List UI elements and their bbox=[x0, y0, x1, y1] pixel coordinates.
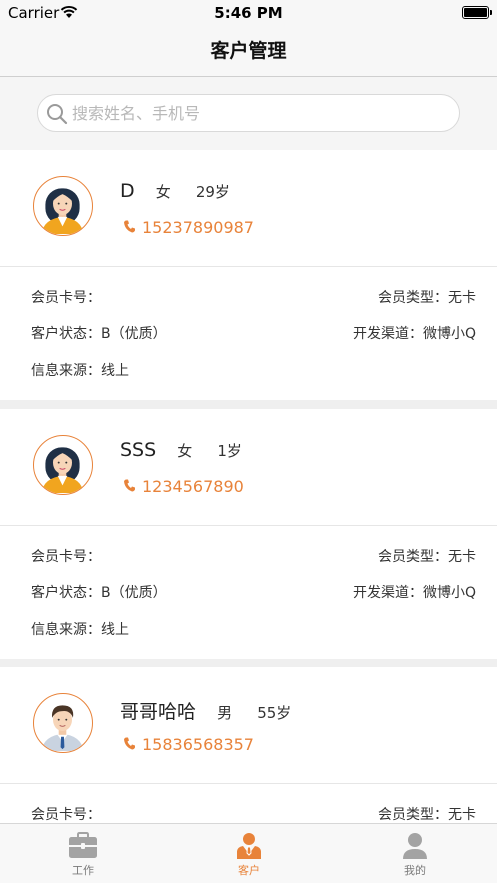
member-type-field: 会员类型：无卡 bbox=[378, 546, 476, 566]
phone-link[interactable]: 15836568357 bbox=[124, 734, 254, 754]
member-type-value: 无卡 bbox=[448, 807, 476, 823]
member-type-value: 无卡 bbox=[448, 549, 476, 565]
source-field: 信息来源：线上 bbox=[31, 360, 129, 380]
customer-details: 会员卡号： 会员类型：无卡 bbox=[0, 784, 497, 823]
status-bar: Carrier 5:46 PM bbox=[0, 0, 497, 26]
customer-name-row: D 女 29岁 bbox=[120, 180, 230, 202]
phone-number: 15836568357 bbox=[142, 735, 254, 754]
source-label: 信息来源： bbox=[31, 363, 101, 379]
member-type-field: 会员类型：无卡 bbox=[378, 804, 476, 823]
card-number-field: 会员卡号： bbox=[31, 546, 101, 566]
phone-link[interactable]: 15237890987 bbox=[124, 217, 254, 237]
customer-status-value: B（优质） bbox=[101, 326, 167, 342]
clock-time: 5:46 PM bbox=[214, 4, 283, 22]
card-number-label: 会员卡号： bbox=[31, 807, 101, 823]
customer-card-header[interactable]: D 女 29岁 15237890987 bbox=[0, 150, 497, 267]
customer-name: SSS bbox=[120, 439, 157, 461]
customer-name-row: SSS 女 1岁 bbox=[120, 439, 242, 461]
customer-details: 会员卡号： 会员类型：无卡 客户状态：B（优质） 开发渠道：微博小Q 信息来源：… bbox=[0, 267, 497, 400]
member-type-label: 会员类型： bbox=[378, 290, 448, 306]
source-field: 信息来源：线上 bbox=[31, 619, 129, 639]
battery-icon bbox=[462, 6, 492, 19]
person-icon bbox=[332, 832, 497, 860]
channel-label: 开发渠道： bbox=[352, 326, 423, 342]
customer-age: 1岁 bbox=[217, 442, 242, 460]
channel-field: 开发渠道：微博小Q bbox=[353, 323, 476, 343]
customer-name: 哥哥哈哈 bbox=[120, 701, 197, 723]
tab-mine-label: 我的 bbox=[404, 864, 426, 877]
customer-status-label: 客户状态： bbox=[31, 326, 101, 342]
member-type-label: 会员类型： bbox=[378, 807, 448, 823]
page-title: 客户管理 bbox=[210, 40, 287, 62]
customer-status-field: 客户状态：B（优质） bbox=[31, 582, 167, 602]
tab-work[interactable]: 工作 bbox=[0, 824, 166, 883]
card-number-field: 会员卡号： bbox=[31, 804, 101, 823]
male-avatar bbox=[33, 693, 93, 753]
card-number-field: 会员卡号： bbox=[31, 287, 101, 307]
tab-work-label: 工作 bbox=[72, 864, 94, 877]
card-number-label: 会员卡号： bbox=[31, 290, 101, 306]
phone-icon bbox=[124, 735, 135, 754]
customer-status-field: 客户状态：B（优质） bbox=[31, 323, 167, 343]
search-input[interactable] bbox=[72, 95, 452, 131]
search-box[interactable] bbox=[37, 94, 460, 132]
female-avatar bbox=[33, 435, 93, 495]
search-area bbox=[0, 77, 497, 150]
customer-age: 29岁 bbox=[195, 183, 230, 201]
member-type-label: 会员类型： bbox=[378, 549, 448, 565]
customer-card[interactable]: SSS 女 1岁 1234567890 会员卡号： 会员类型：无卡 客户状态：B… bbox=[0, 409, 497, 659]
channel-label: 开发渠道： bbox=[352, 585, 423, 601]
customer-card-header[interactable]: SSS 女 1岁 1234567890 bbox=[0, 409, 497, 526]
channel-field: 开发渠道：微博小Q bbox=[353, 582, 476, 602]
phone-link[interactable]: 1234567890 bbox=[124, 476, 244, 496]
customer-details: 会员卡号： 会员类型：无卡 客户状态：B（优质） 开发渠道：微博小Q 信息来源：… bbox=[0, 526, 497, 659]
customer-gender: 女 bbox=[177, 442, 193, 460]
phone-icon bbox=[124, 218, 135, 237]
customer-gender: 男 bbox=[217, 704, 233, 722]
customer-gender: 女 bbox=[155, 183, 171, 201]
card-number-label: 会员卡号： bbox=[31, 549, 101, 565]
customer-name: D bbox=[120, 180, 135, 202]
phone-icon bbox=[124, 477, 135, 496]
member-type-field: 会员类型：无卡 bbox=[378, 287, 476, 307]
customer-card-header[interactable]: 哥哥哈哈 男 55岁 15836568357 bbox=[0, 667, 497, 784]
member-type-value: 无卡 bbox=[448, 290, 476, 306]
search-icon bbox=[46, 103, 68, 129]
customer-card[interactable]: 哥哥哈哈 男 55岁 15836568357 会员卡号： 会员类型：无卡 bbox=[0, 667, 497, 823]
phone-number: 15237890987 bbox=[142, 218, 254, 237]
tab-bar: 工作 客户 我的 bbox=[0, 823, 497, 883]
source-value: 线上 bbox=[101, 363, 129, 379]
customer-status-value: B（优质） bbox=[101, 585, 167, 601]
customer-card[interactable]: D 女 29岁 15237890987 会员卡号： 会员类型：无卡 客户状态：B… bbox=[0, 150, 497, 400]
customer-icon bbox=[166, 832, 332, 860]
tab-mine[interactable]: 我的 bbox=[332, 824, 497, 883]
phone-number: 1234567890 bbox=[142, 477, 244, 496]
channel-value: 微博小Q bbox=[422, 326, 476, 342]
channel-value: 微博小Q bbox=[422, 585, 476, 601]
tab-customers-label: 客户 bbox=[238, 864, 260, 877]
tab-customers[interactable]: 客户 bbox=[166, 824, 332, 883]
navigation-bar: 客户管理 bbox=[0, 26, 497, 77]
customer-status-label: 客户状态： bbox=[31, 585, 101, 601]
source-value: 线上 bbox=[101, 622, 129, 638]
customer-name-row: 哥哥哈哈 男 55岁 bbox=[120, 697, 291, 724]
customer-age: 55岁 bbox=[257, 704, 292, 722]
female-avatar bbox=[33, 176, 93, 236]
source-label: 信息来源： bbox=[31, 622, 101, 638]
briefcase-icon bbox=[0, 832, 166, 860]
